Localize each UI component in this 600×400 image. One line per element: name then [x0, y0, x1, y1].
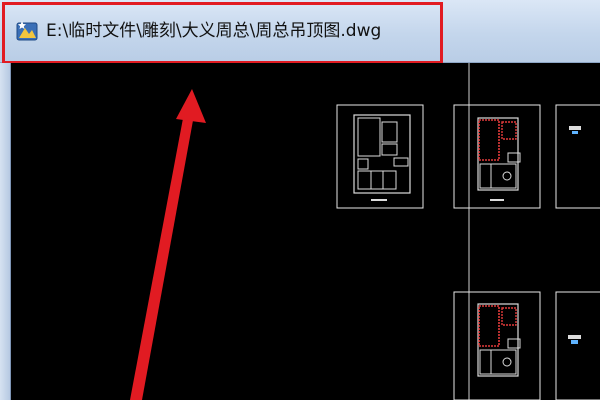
sheet-ceiling-plan-2[interactable] — [453, 291, 541, 400]
drawing-canvas[interactable] — [11, 63, 600, 400]
sheet-layout-plan[interactable] — [336, 104, 424, 209]
annotation-highlight-box — [2, 2, 443, 64]
annotation-arrow — [130, 89, 206, 400]
left-window-frame — [0, 63, 11, 400]
drawing-overview — [130, 63, 600, 400]
sheet-ceiling-plan-1[interactable] — [453, 104, 541, 209]
sheet-elevation-2[interactable] — [555, 291, 600, 400]
cad-window: E:\临时文件\雕刻\大义周总\周总吊顶图.dwg — [0, 0, 600, 400]
sheet-elevation-1[interactable] — [555, 104, 600, 209]
